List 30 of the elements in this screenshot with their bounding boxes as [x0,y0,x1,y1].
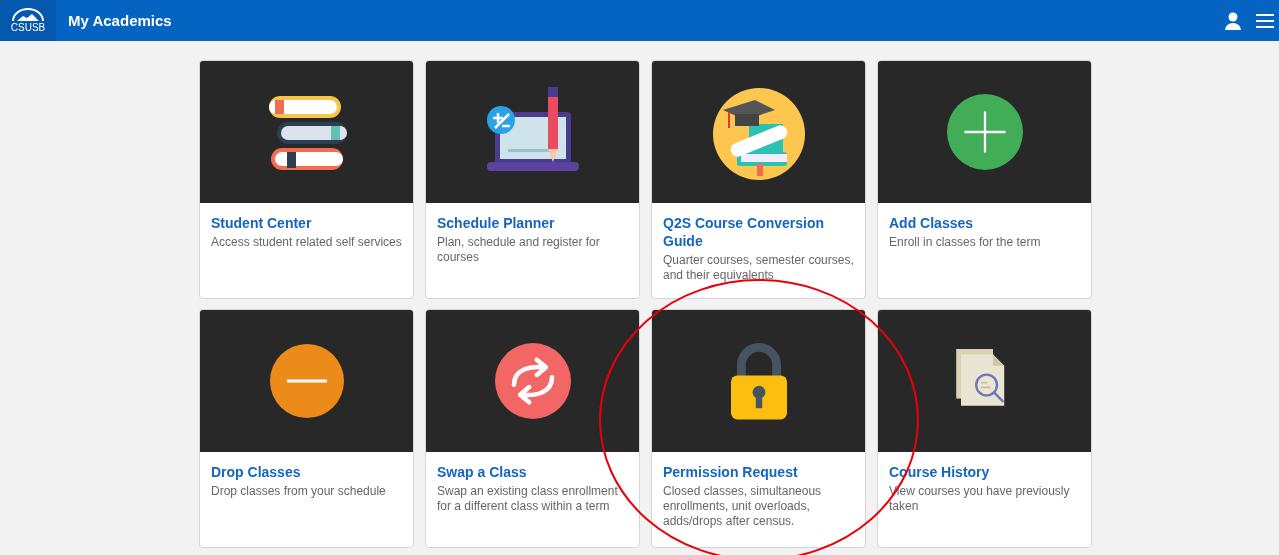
menu-button[interactable] [1256,12,1274,29]
app-tile[interactable]: Permission Request Closed classes, simultaneous enrollments, unit overloads, adds/drops after census. [651,309,866,548]
app-tile[interactable]: Student Center Access student related self services [199,60,414,299]
tile-title: Drop Classes [211,463,302,481]
tile-title: Permission Request [663,463,799,481]
logo-text: CSUSB [10,22,46,33]
tile-description: Enroll in classes for the term [889,235,1042,250]
tile-title: Student Center [211,214,313,232]
app-tile[interactable]: Drop Classes Drop classes from your schedule [199,309,414,548]
tile-description: Quarter courses, semester courses, and their equivalents [663,253,854,283]
tile-description: Drop classes from your schedule [211,484,387,499]
tile-description: Access student related self services [211,235,402,250]
tile-title: Q2S Course Conversion Guide [663,214,826,250]
tile-title: Add Classes [889,214,975,232]
page-title: My Academics [68,12,173,29]
app-tile[interactable]: Schedule Planner Plan, schedule and register for courses [425,60,640,299]
university-logo[interactable]: CSUSB [0,0,56,41]
app-tile[interactable]: Q2S Course Conversion Guide Quarter courses, semester courses, and their equivalents [651,60,866,299]
tile-description: Plan, schedule and register for courses [437,235,601,265]
plus-icon [946,94,1023,170]
tile-description: Closed classes, simultaneous enrollments, unit overloads, adds/drops after census. [663,484,823,529]
tile-title: Swap a Class [437,463,528,481]
tile-title: Schedule Planner [437,214,556,232]
app-tile[interactable]: Swap a Class Swap an existing class enrollment for a different class within a term [425,309,640,548]
minus-icon [269,344,344,418]
mountain-arch-icon [11,8,45,22]
swap-arrows-icon [494,343,571,419]
app-tile[interactable]: Add Classes Enroll in classes for the term [877,60,1092,299]
profile-button[interactable] [1224,11,1242,30]
tile-description: Swap an existing class enrollment for a different class within a term [437,484,619,514]
